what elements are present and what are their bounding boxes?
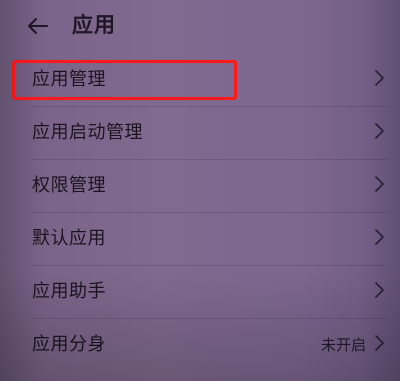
chevron-right-icon bbox=[375, 123, 384, 139]
settings-screen: 应用 应用管理 应用启动管理 权限管理 默认应用 应用助手 应用分身 未开启 bbox=[0, 0, 400, 381]
page-title: 应用 bbox=[72, 13, 116, 37]
highlight-annotation bbox=[12, 60, 237, 100]
chevron-right-icon bbox=[375, 335, 384, 351]
list-item-label: 默认应用 bbox=[32, 228, 106, 249]
settings-list: 应用管理 应用启动管理 权限管理 默认应用 应用助手 应用分身 未开启 bbox=[0, 54, 400, 372]
back-arrow-icon bbox=[28, 18, 48, 34]
chevron-right-icon bbox=[375, 229, 384, 245]
chevron-right-icon bbox=[375, 176, 384, 192]
list-item-label: 应用分身 bbox=[32, 334, 106, 355]
status-value: 未开启 bbox=[320, 336, 366, 354]
list-item-app-launch-management[interactable]: 应用启动管理 bbox=[0, 107, 400, 160]
list-item-label: 应用助手 bbox=[32, 281, 106, 302]
list-item-default-apps[interactable]: 默认应用 bbox=[0, 213, 400, 266]
back-button[interactable] bbox=[24, 12, 52, 40]
top-bar: 应用 bbox=[0, 0, 400, 54]
list-item-app-twin[interactable]: 应用分身 未开启 bbox=[0, 319, 400, 372]
list-item-app-assistant[interactable]: 应用助手 bbox=[0, 266, 400, 319]
list-item-permission-management[interactable]: 权限管理 bbox=[0, 160, 400, 213]
list-item-label: 应用启动管理 bbox=[32, 122, 143, 143]
list-item-label: 权限管理 bbox=[32, 175, 106, 196]
chevron-right-icon bbox=[375, 282, 384, 298]
chevron-right-icon bbox=[375, 70, 384, 86]
